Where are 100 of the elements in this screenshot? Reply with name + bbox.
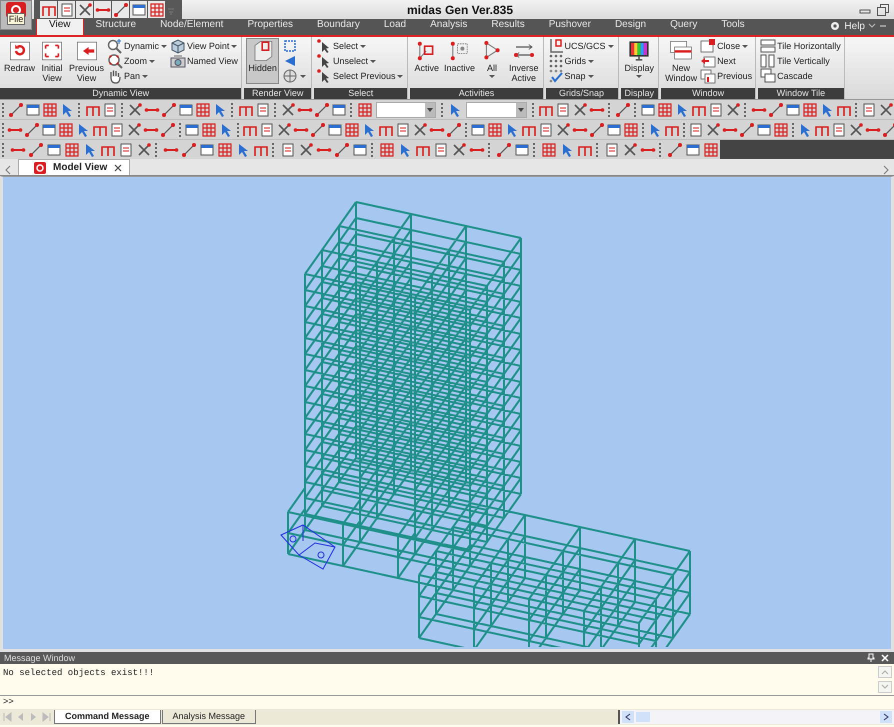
node-icon[interactable] bbox=[161, 101, 178, 118]
cross-icon[interactable] bbox=[280, 101, 296, 118]
ribbon-button[interactable]: Next bbox=[700, 53, 754, 68]
ribbon-button[interactable]: Redraw bbox=[2, 38, 38, 74]
grid-icon[interactable] bbox=[201, 121, 217, 138]
horizontal-scrollbar[interactable] bbox=[618, 710, 894, 724]
beam-icon[interactable] bbox=[94, 1, 111, 18]
ribbon-button[interactable]: Inverse Active bbox=[507, 38, 541, 84]
menu-tab[interactable]: Analysis bbox=[418, 18, 480, 35]
dropdown-icon[interactable] bbox=[516, 102, 526, 116]
ribbon-button[interactable]: Zoom bbox=[107, 53, 170, 68]
cross-icon[interactable] bbox=[555, 121, 571, 138]
node-icon[interactable] bbox=[310, 121, 326, 138]
scroll-right-icon[interactable] bbox=[880, 711, 892, 723]
menu-tab[interactable]: Query bbox=[658, 18, 710, 35]
node-icon[interactable] bbox=[446, 121, 462, 138]
ribbon-button[interactable]: Close bbox=[700, 38, 754, 53]
node-icon[interactable] bbox=[8, 101, 24, 118]
ribbon-button[interactable]: All bbox=[478, 38, 506, 80]
sheet-icon[interactable] bbox=[860, 101, 877, 118]
ribbon-button[interactable]: Named View bbox=[170, 53, 240, 68]
sheet-icon[interactable] bbox=[109, 121, 125, 138]
sheet-icon[interactable] bbox=[538, 121, 554, 138]
scroll-thumb[interactable] bbox=[636, 712, 650, 722]
node-icon[interactable] bbox=[768, 101, 784, 118]
menu-tab[interactable]: Boundary bbox=[305, 18, 372, 35]
sheet-icon[interactable] bbox=[708, 101, 724, 118]
ribbon-button[interactable]: Dynamic bbox=[107, 38, 170, 53]
ribbon-button[interactable]: Tile Horizontally bbox=[760, 38, 842, 53]
menu-tab[interactable]: Pushover bbox=[536, 18, 603, 35]
menu-tab[interactable]: Tools bbox=[709, 18, 757, 35]
cross-icon[interactable] bbox=[76, 1, 93, 18]
grid-icon[interactable] bbox=[356, 101, 373, 118]
node-icon[interactable] bbox=[333, 141, 350, 158]
node-icon[interactable] bbox=[666, 141, 683, 158]
grid-icon[interactable] bbox=[487, 121, 503, 138]
cross-icon[interactable] bbox=[848, 121, 864, 138]
ribbon-button[interactable]: Active bbox=[412, 38, 441, 74]
node-icon[interactable] bbox=[180, 141, 197, 158]
sheet-icon[interactable] bbox=[58, 1, 75, 18]
dropdown-icon[interactable] bbox=[424, 102, 435, 116]
menu-tab[interactable]: Node/Element bbox=[148, 18, 236, 35]
ribbon-button[interactable]: Hidden bbox=[246, 38, 279, 84]
ribbon-button[interactable]: Display bbox=[622, 38, 656, 80]
ribbon-button[interactable]: Unselect bbox=[316, 53, 406, 68]
cross-icon[interactable] bbox=[276, 121, 292, 138]
grid-icon[interactable] bbox=[195, 101, 212, 118]
ribbon-button[interactable]: Snap bbox=[548, 68, 616, 83]
grid-icon[interactable] bbox=[378, 141, 395, 158]
document-tab[interactable]: Model View bbox=[18, 159, 130, 175]
message-tab[interactable]: Command Message bbox=[54, 710, 161, 724]
cross-icon[interactable] bbox=[126, 121, 142, 138]
pin-icon[interactable] bbox=[866, 653, 876, 663]
ribbon-button[interactable]: Select Previous bbox=[316, 68, 406, 83]
cross-icon[interactable] bbox=[878, 101, 894, 118]
ribbon-button[interactable]: Tile Vertically bbox=[760, 53, 842, 68]
ribbon-button[interactable]: Pan bbox=[107, 68, 170, 83]
ribbon-button[interactable]: Inactive bbox=[442, 38, 478, 74]
node-icon[interactable] bbox=[27, 141, 44, 158]
grid-icon[interactable] bbox=[702, 141, 719, 158]
ribbon-button[interactable]: Cascade bbox=[760, 68, 842, 83]
node-icon[interactable] bbox=[24, 121, 40, 138]
file-label[interactable]: File bbox=[6, 13, 26, 25]
close-icon[interactable] bbox=[113, 162, 124, 172]
window-icon[interactable] bbox=[130, 1, 147, 18]
ribbon-button[interactable]: New Window bbox=[663, 38, 700, 84]
cross-icon[interactable] bbox=[705, 121, 721, 138]
ribbon-button[interactable]: View Point bbox=[170, 38, 240, 53]
grid-icon[interactable] bbox=[623, 121, 639, 138]
grid-icon[interactable] bbox=[58, 121, 74, 138]
cross-icon[interactable] bbox=[412, 121, 428, 138]
ribbon-button[interactable]: Previous View bbox=[67, 38, 106, 84]
grid-icon[interactable] bbox=[42, 101, 58, 118]
node-icon[interactable] bbox=[589, 121, 605, 138]
grid-icon[interactable] bbox=[540, 141, 557, 158]
sheet-icon[interactable] bbox=[102, 101, 118, 118]
cross-icon[interactable] bbox=[572, 101, 588, 118]
restore-icon[interactable] bbox=[876, 2, 890, 16]
ribbon-button[interactable]: Select bbox=[316, 38, 406, 53]
sheet-icon[interactable] bbox=[395, 121, 411, 138]
grid-icon[interactable] bbox=[773, 121, 789, 138]
ribbon-button[interactable]: UCS/GCS bbox=[548, 38, 616, 53]
menu-tab[interactable]: Structure bbox=[84, 18, 148, 35]
menu-tab[interactable]: Results bbox=[479, 18, 537, 35]
grid-icon[interactable] bbox=[802, 101, 818, 118]
grid-icon[interactable] bbox=[216, 141, 233, 158]
grid-icon[interactable] bbox=[63, 141, 80, 158]
grid-icon[interactable] bbox=[657, 101, 674, 118]
cross-icon[interactable] bbox=[725, 101, 742, 118]
cross-icon[interactable] bbox=[127, 101, 144, 118]
node-icon[interactable] bbox=[314, 101, 330, 118]
menu-tab[interactable]: Design bbox=[602, 18, 658, 35]
node-icon[interactable] bbox=[495, 141, 512, 158]
node-icon[interactable] bbox=[614, 101, 631, 118]
node-icon[interactable] bbox=[739, 121, 755, 138]
help-menu[interactable]: Help bbox=[844, 20, 865, 32]
sheet-icon[interactable] bbox=[259, 121, 275, 138]
grid-icon[interactable] bbox=[148, 1, 165, 18]
node-icon[interactable] bbox=[160, 121, 176, 138]
ribbon-button[interactable]: Initial View bbox=[38, 38, 66, 84]
